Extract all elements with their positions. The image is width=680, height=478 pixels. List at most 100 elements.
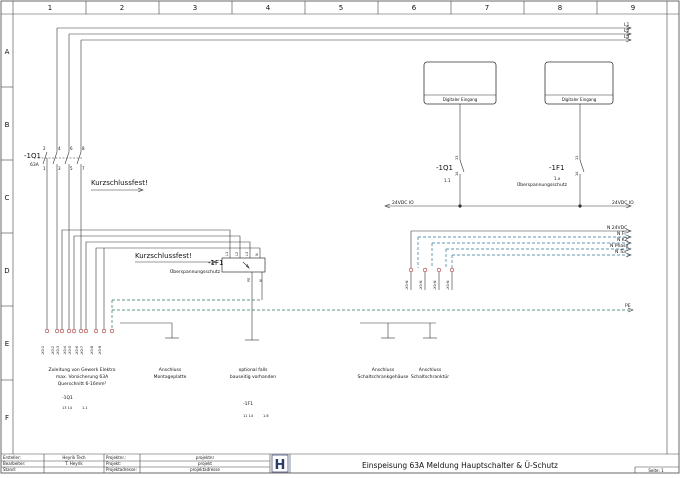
aux-2-sub: 1.x: [554, 176, 561, 181]
neutral-label-24vdc: N 24VDC: [607, 225, 627, 231]
sheet-title: Einspeisung 63A Meldung Hauptschalter & …: [362, 461, 558, 470]
tb-value-creator: Heyrik Tech: [62, 455, 86, 460]
switch-pin-bottom-1: 1: [43, 166, 46, 171]
main-switch-rating: 63A: [30, 162, 40, 168]
terminal: [44, 328, 50, 334]
schematic-sheet: 1 2 3 4 5 6 7 8 9 A B C D E F L1 L2 L3 -…: [0, 0, 680, 474]
tb-value-address: projektadresse: [190, 467, 220, 472]
ground-symbols: [120, 322, 437, 339]
short-circuit-note: Kurzschlussfest!: [91, 179, 148, 187]
switch-pin-top-2: 4: [58, 146, 61, 151]
tb-label-project: Projekt:: [106, 461, 121, 466]
surge-tag: -1F1: [208, 259, 223, 267]
door-note: Anschluss Schaltschranktür: [411, 367, 449, 380]
terminal: [66, 328, 72, 334]
mid-terminal-drops: [408, 267, 455, 273]
feeder-wires: [61, 229, 261, 330]
ref-1-detail: 13 14: [62, 406, 73, 410]
neutral-dashed-buses: [417, 236, 630, 268]
tb-label-creator: Ersteller:: [3, 455, 21, 460]
optional-note-line-2: bauseitig vorhanden: [230, 374, 276, 380]
neutral-label-tuer: N Tür: [615, 249, 627, 255]
surge-pin-pe: PE: [247, 278, 251, 282]
aux-1-pin-a: 13: [455, 156, 459, 160]
company-logo-icon: H: [271, 454, 289, 473]
short-circuit-arrow-2: [135, 259, 217, 265]
dc-label-left: 24VDC IO: [392, 200, 414, 206]
tb-label-editor: Bearbeiter:: [3, 461, 25, 466]
col-label-3: 3: [193, 4, 197, 12]
tb-value-editor: T. Heyrik: [64, 461, 83, 466]
aux-2-pin-a: 11: [575, 156, 579, 160]
title-block: [1, 453, 679, 473]
main-switch-symbol[interactable]: [38, 151, 82, 330]
terminal: [71, 328, 77, 334]
bus-label-l2: L2: [624, 28, 630, 34]
terminal-label: -X0:2: [51, 346, 55, 355]
dc-line: [384, 203, 632, 209]
dc-label-right: 24VDC IO: [612, 200, 634, 206]
switch-pin-top-1: 2: [43, 146, 46, 151]
terminal-label: -X0:5: [68, 346, 72, 355]
aux-contacts: [459, 104, 585, 206]
terminal: [93, 328, 99, 334]
col-label-9: 9: [631, 4, 635, 12]
terminal: [78, 328, 84, 334]
row-label-a: A: [5, 48, 10, 56]
supply-note-line-3: Querschnitt 6-16mm²: [58, 381, 107, 387]
pe-bus: [111, 299, 634, 330]
terminal-label: -X0:7: [80, 346, 84, 355]
surge-protector[interactable]: [221, 257, 266, 273]
tb-label-address: Projektadresse:: [106, 467, 137, 472]
digital-input-1-label: Digitaler Eingang: [443, 97, 478, 102]
mid-drop-label-4: -X0:N: [446, 280, 450, 290]
cabinet-note-line-2: Schaltschrankgehäuse: [358, 374, 409, 380]
terminal: [109, 328, 115, 334]
row-label-f: F: [5, 414, 9, 422]
aux-2-desc: Überspannungsschutz: [517, 181, 568, 188]
switch-pin-bottom-2: 3: [58, 166, 61, 171]
mid-drop-label-3: -X0:N: [433, 280, 437, 290]
short-circuit-note-2: Kurzschlussfest!: [135, 252, 192, 260]
col-label-2: 2: [120, 4, 124, 12]
mid-drop-label-2: -X0:N: [419, 280, 423, 290]
row-label-c: C: [5, 194, 10, 202]
row-label-b: B: [5, 121, 10, 129]
ref-2-tag: -1F1: [243, 401, 253, 407]
col-label-4: 4: [266, 4, 271, 12]
tb-label-status: Stand:: [3, 467, 16, 472]
ref-2-loc: 1.6: [263, 414, 269, 418]
column-labels: 1 2 3 4 5 6 7 8 9: [48, 4, 635, 12]
terminal: [83, 328, 89, 334]
bus-label-l1: L1: [624, 22, 630, 28]
terminal: [59, 328, 65, 334]
cabinet-note: Anschluss Schaltschrankgehäuse: [358, 367, 409, 380]
tb-value-projnr: projektnr: [196, 455, 215, 460]
col-label-6: 6: [412, 4, 417, 12]
surge-terminal-n: N: [255, 253, 259, 256]
terminal-label: -X0:6: [75, 346, 79, 355]
row-label-e: E: [5, 340, 9, 348]
switch-pin-bottom-4: 7: [82, 166, 85, 171]
aux-2-pin-b: 14: [575, 171, 579, 176]
bus-label-l3: L3: [624, 34, 630, 40]
door-note-line-1: Anschluss: [419, 367, 442, 373]
mount-note-line-2: Montageplatte: [154, 374, 187, 380]
logo-letter: H: [275, 458, 286, 473]
supply-note-line-2: max. Vorsicherung 63A: [56, 374, 109, 380]
terminal-label: -X0:9: [98, 346, 102, 355]
neutral-label-kz: N KZ: [617, 237, 628, 243]
col-label-5: 5: [339, 4, 343, 12]
terminal: [54, 328, 60, 334]
optional-note-line-1: optional falls: [239, 367, 269, 373]
neutral-buses: [410, 228, 632, 268]
supply-note: Zuleitung von Gewerk Elektro max. Vorsic…: [49, 367, 116, 387]
surge-desc: Überspannungsschutz: [170, 268, 221, 275]
surge-terminal-l3: L3: [245, 252, 249, 256]
neutral-label-fl: N Fl: [617, 231, 626, 237]
schematic-canvas: 1 2 3 4 5 6 7 8 9 A B C D E F L1 L2 L3 -…: [0, 0, 680, 474]
surge-terminal-l1: L1: [225, 252, 229, 256]
row-label-d: D: [4, 267, 9, 275]
switch-pin-top-3: 6: [70, 146, 73, 151]
cabinet-note-line-1: Anschluss: [372, 367, 395, 373]
